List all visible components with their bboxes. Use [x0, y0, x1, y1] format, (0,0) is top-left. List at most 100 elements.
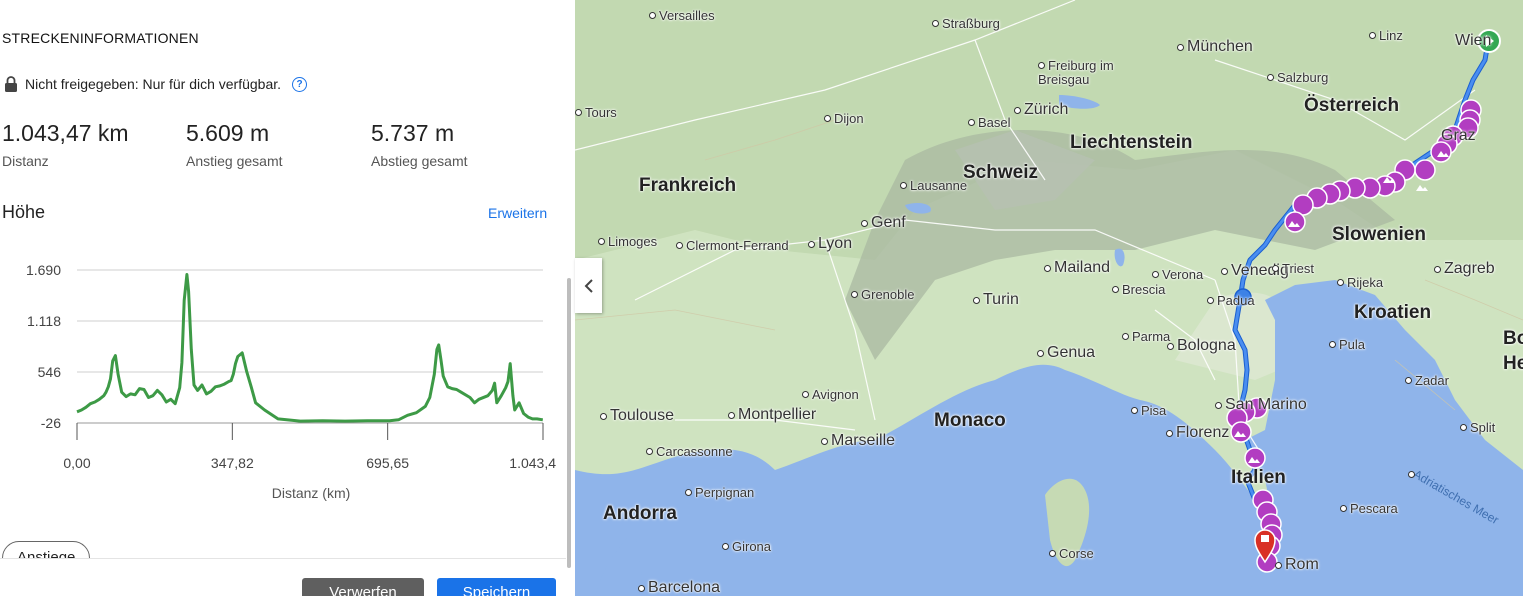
map-label-town: Limoges	[608, 234, 658, 249]
map-label-city: Barcelona	[648, 579, 721, 596]
city-marker	[1434, 266, 1441, 273]
map-label-city: Turin	[983, 291, 1019, 308]
elevation-chart: 1.690 1.118 546 -26 0,00 347,82 695,65 1.043,4 D…	[26, 262, 556, 501]
city-marker	[685, 489, 692, 496]
y-tick-label: 1.690	[26, 262, 61, 278]
expand-link[interactable]: Erweitern	[488, 205, 547, 221]
city-marker	[1122, 333, 1129, 340]
discard-button[interactable]: Verwerfen	[302, 578, 424, 596]
city-marker	[1221, 268, 1228, 275]
map-label-town: Triest	[1282, 261, 1315, 276]
share-status-text: Nicht freigegeben: Nur für dich verfügba…	[25, 76, 282, 92]
map-label-country: Frankreich	[639, 175, 737, 196]
map-label-town: Linz	[1379, 28, 1403, 43]
map-label-country: Kroatien	[1354, 302, 1432, 323]
section-title: STRECKENINFORMATIONEN	[2, 30, 199, 46]
map-label-town: Padua	[1217, 293, 1255, 308]
x-axis-label: Distanz (km)	[272, 485, 351, 501]
map-label-town: Brescia	[1122, 282, 1166, 297]
city-marker	[598, 238, 605, 245]
city-marker	[649, 12, 656, 19]
city-marker	[1337, 279, 1344, 286]
share-status: Nicht freigegeben: Nur für dich verfügba…	[4, 76, 308, 92]
map-label-town: Salzburg	[1277, 70, 1329, 85]
map-label-country: Italien	[1231, 467, 1286, 488]
map-label-town: Lausanne	[910, 178, 968, 193]
city-marker	[1207, 297, 1214, 304]
y-tick-label: 1.118	[27, 313, 61, 329]
map-label-town: Avignon	[812, 387, 859, 402]
x-tick-label: 695,65	[366, 455, 409, 471]
x-tick-label: 0,00	[63, 455, 90, 471]
city-marker	[1044, 265, 1051, 272]
map-label-city: San Marino	[1225, 396, 1307, 413]
map-label-city: Zagreb	[1444, 260, 1495, 277]
map-label-town: Basel	[978, 115, 1011, 130]
city-marker	[600, 413, 607, 420]
map-label-town: Rijeka	[1347, 275, 1384, 290]
stat-value: 5.609 m	[186, 120, 270, 146]
save-button[interactable]: Speichern	[437, 578, 556, 596]
city-marker	[1049, 550, 1056, 557]
city-marker	[638, 585, 645, 592]
map-label-country: Andorra	[603, 503, 677, 524]
scrollbar-thumb[interactable]	[567, 278, 571, 568]
elevation-title: Höhe	[2, 202, 46, 222]
map-label-city: Rom	[1285, 556, 1319, 573]
map-label-town: Split	[1470, 420, 1496, 435]
city-marker	[1405, 377, 1412, 384]
map-label-city: Toulouse	[610, 407, 675, 424]
city-marker	[1167, 343, 1174, 350]
city-marker	[575, 109, 582, 116]
map-label-town: Girona	[732, 539, 772, 554]
map-label-city: Florenz	[1176, 424, 1230, 441]
elevation-line	[76, 273, 544, 423]
map-label-town: Dijon	[834, 111, 864, 126]
city-marker	[1014, 107, 1021, 114]
city-marker	[1267, 74, 1274, 81]
map-label-city: Genua	[1047, 344, 1096, 361]
city-marker	[722, 543, 729, 550]
city-marker	[1329, 341, 1336, 348]
city-marker	[1408, 471, 1415, 478]
city-marker	[728, 412, 735, 419]
map-label-city: Wien	[1455, 32, 1492, 49]
map-label-town: Tours	[585, 105, 617, 120]
map-label-town: Breisgau	[1038, 72, 1090, 87]
city-marker	[821, 438, 828, 445]
map-label-town: Pescara	[1350, 501, 1398, 516]
stat-label: Abstieg gesamt	[371, 153, 468, 169]
map-label-city: München	[1187, 38, 1253, 55]
map-label-town: Pisa	[1141, 403, 1167, 418]
city-marker	[1166, 430, 1173, 437]
map-label-country: Österreich	[1304, 95, 1400, 116]
map-view[interactable]: Versailles Straßburg München Linz Wien Freibu…	[575, 0, 1523, 596]
collapse-panel-button[interactable]	[575, 258, 602, 313]
map-label-town: Versailles	[659, 8, 715, 23]
city-marker	[1037, 350, 1044, 357]
map-label-city: Marseille	[831, 432, 896, 449]
help-icon[interactable]: ?	[292, 76, 308, 92]
map-label-town: Zadar	[1415, 373, 1449, 388]
map-label-town: Grenoble	[861, 287, 915, 302]
city-marker	[824, 115, 831, 122]
map-label-town: Carcassonne	[656, 444, 733, 459]
city-marker	[808, 241, 815, 248]
city-marker	[861, 220, 868, 227]
map-label-town: Parma	[1132, 329, 1171, 344]
city-marker	[1038, 62, 1045, 69]
stat-distance: 1.043,47 km Distanz	[2, 120, 129, 169]
lock-icon	[5, 76, 17, 92]
chevron-left-icon	[584, 278, 593, 293]
map-label-city: Mailand	[1054, 259, 1111, 276]
map-label-country: He	[1503, 353, 1523, 374]
city-marker	[676, 242, 683, 249]
map-label-city: Graz	[1441, 127, 1476, 144]
stat-value: 5.737 m	[371, 120, 455, 146]
map-label-town: Perpignan	[695, 485, 755, 500]
map-label-town: Freiburg im	[1048, 58, 1114, 73]
city-marker	[802, 391, 809, 398]
city-marker	[1272, 265, 1279, 272]
city-marker	[1369, 32, 1376, 39]
route-info-panel: STRECKENINFORMATIONEN Nicht freigegeben:…	[0, 0, 575, 596]
